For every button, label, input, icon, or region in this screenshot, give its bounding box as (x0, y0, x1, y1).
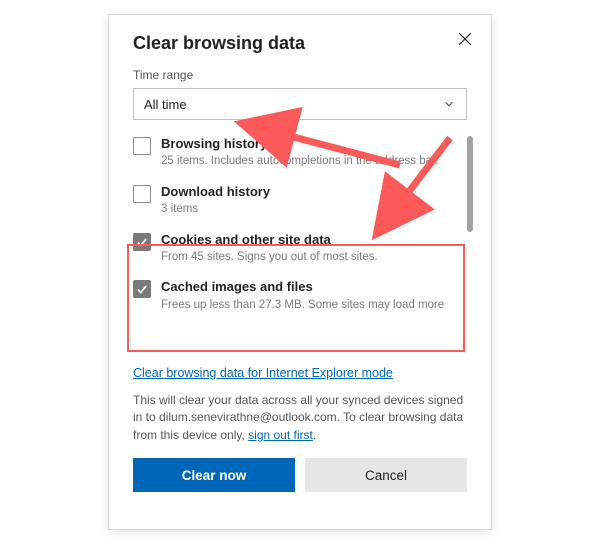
button-row: Clear now Cancel (133, 458, 467, 492)
data-type-list: Browsing history 25 items. Includes auto… (133, 136, 467, 364)
chevron-down-icon (442, 97, 456, 111)
checkbox-browsing-history[interactable] (133, 137, 151, 155)
clear-now-button[interactable]: Clear now (133, 458, 295, 492)
dialog-title: Clear browsing data (133, 33, 467, 54)
item-title: Download history (161, 184, 270, 200)
clear-browsing-data-dialog: Clear browsing data Time range All time … (108, 14, 492, 530)
notice-text: . (313, 428, 316, 442)
list-item: Cached images and files Frees up less th… (133, 279, 467, 313)
time-range-label: Time range (133, 68, 467, 82)
time-range-value: All time (144, 97, 187, 112)
item-title: Cookies and other site data (161, 232, 378, 248)
item-desc: From 45 sites. Signs you out of most sit… (161, 250, 378, 266)
item-desc: Frees up less than 27.3 MB. Some sites m… (161, 298, 444, 314)
checkbox-cached-images[interactable] (133, 280, 151, 298)
list-item: Browsing history 25 items. Includes auto… (133, 136, 467, 170)
notice-email: dilum.senevirathne@outlook.com (159, 410, 337, 424)
time-range-select[interactable]: All time (133, 88, 467, 120)
cancel-button[interactable]: Cancel (305, 458, 467, 492)
scrollbar[interactable] (467, 136, 473, 232)
item-desc: 3 items (161, 202, 270, 218)
check-icon (135, 282, 149, 296)
checkbox-download-history[interactable] (133, 185, 151, 203)
ie-mode-link[interactable]: Clear browsing data for Internet Explore… (133, 366, 393, 380)
sync-notice: This will clear your data across all you… (133, 392, 467, 444)
close-button[interactable] (455, 29, 475, 49)
sign-out-link[interactable]: sign out first (248, 428, 313, 442)
list-item: Download history 3 items (133, 184, 467, 218)
list-item: Cookies and other site data From 45 site… (133, 232, 467, 266)
checkbox-cookies[interactable] (133, 233, 151, 251)
check-icon (135, 235, 149, 249)
item-title: Browsing history (161, 136, 438, 152)
close-icon (455, 29, 475, 49)
item-title: Cached images and files (161, 279, 444, 295)
item-desc: 25 items. Includes autocompletions in th… (161, 154, 438, 170)
